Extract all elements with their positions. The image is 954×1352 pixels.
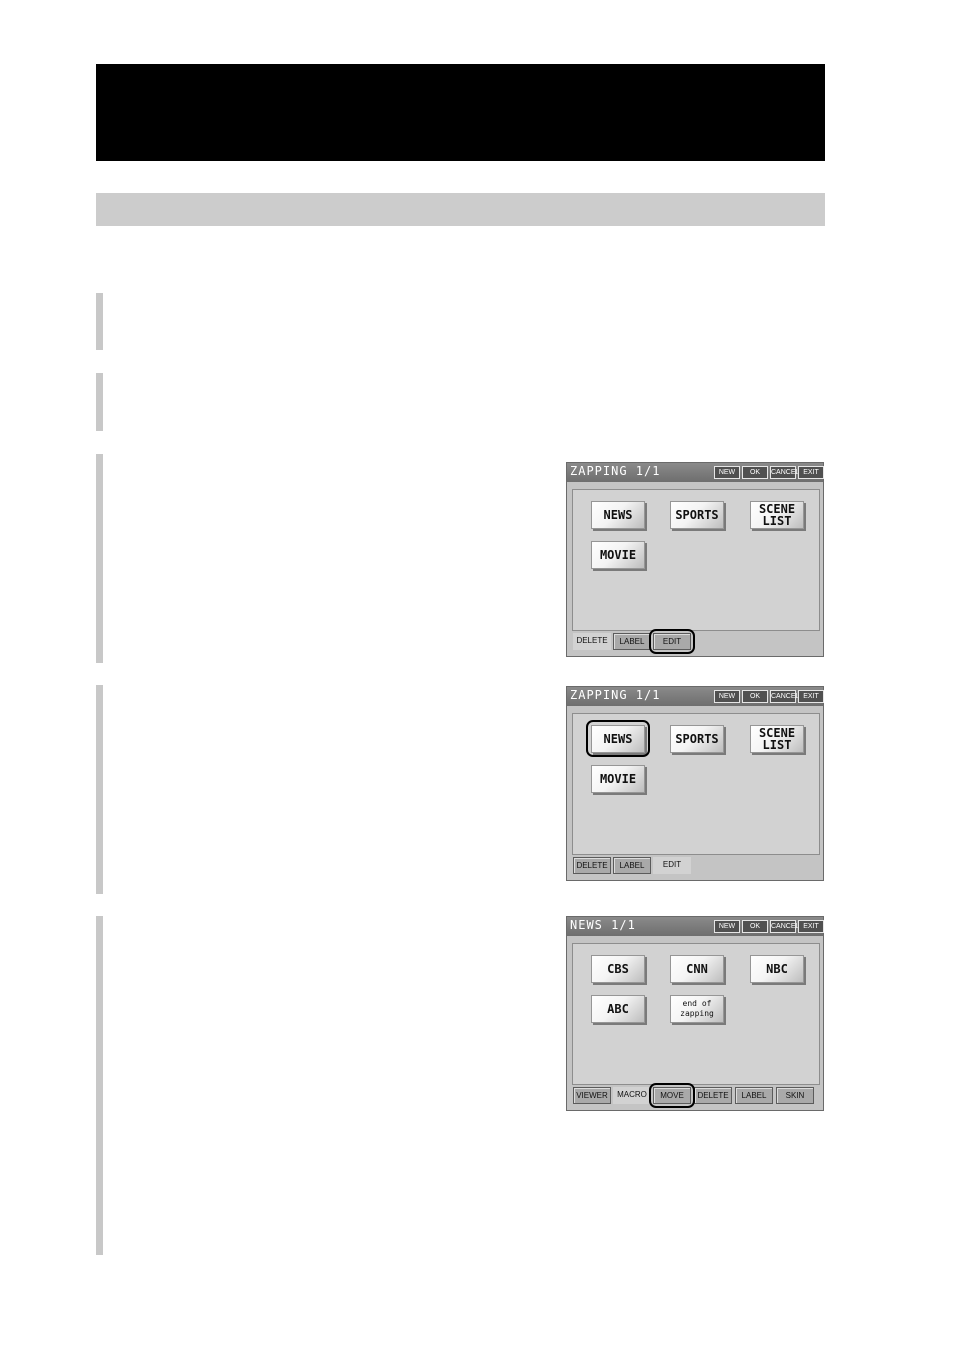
news-key[interactable]: NEWS: [591, 501, 645, 529]
exit-button[interactable]: EXIT: [798, 690, 824, 703]
screen-title: ZAPPING 1/1: [570, 464, 661, 478]
tab-delete[interactable]: DELETE: [573, 633, 611, 650]
news-key[interactable]: NEWS: [591, 725, 645, 753]
ok-button[interactable]: OK: [742, 920, 768, 933]
step-1-bar: [96, 293, 103, 350]
cancel-button[interactable]: CANCEL: [770, 690, 799, 703]
step-5-bar: [96, 916, 103, 1255]
new-button[interactable]: NEW: [714, 690, 740, 703]
cbs-key[interactable]: CBS: [591, 955, 645, 983]
tab-edit[interactable]: EDIT: [653, 857, 691, 874]
button-panel: NEWS SPORTS SCENE LIST MOVIE: [572, 713, 820, 855]
tab-skin[interactable]: SKIN: [776, 1087, 814, 1104]
button-panel: NEWS SPORTS SCENE LIST MOVIE: [572, 489, 820, 631]
tab-label[interactable]: LABEL: [735, 1087, 773, 1104]
button-panel: CBS CNN NBC ABC end of zapping: [572, 943, 820, 1085]
cancel-button[interactable]: CANCEL: [770, 920, 799, 933]
nbc-key[interactable]: NBC: [750, 955, 804, 983]
screen-title: NEWS 1/1: [570, 918, 636, 932]
abc-key[interactable]: ABC: [591, 995, 645, 1023]
scene-list-key[interactable]: SCENE LIST: [750, 725, 804, 753]
tab-macro[interactable]: MACRO: [613, 1087, 651, 1104]
ok-button[interactable]: OK: [742, 690, 768, 703]
screen-header: ZAPPING 1/1 NEW OK CANCEL EXIT: [567, 463, 824, 482]
tab-label[interactable]: LABEL: [613, 633, 651, 650]
step-2-bar: [96, 373, 103, 431]
movie-key[interactable]: MOVIE: [591, 765, 645, 793]
screen-header: NEWS 1/1 NEW OK CANCEL EXIT: [567, 917, 824, 936]
exit-button[interactable]: EXIT: [798, 466, 824, 479]
tab-edit[interactable]: EDIT: [653, 633, 691, 650]
tab-label[interactable]: LABEL: [613, 857, 651, 874]
cnn-key[interactable]: CNN: [670, 955, 724, 983]
screen-zapping-select: ZAPPING 1/1 NEW OK CANCEL EXIT NEWS SPOR…: [566, 686, 824, 881]
tab-viewer[interactable]: VIEWER: [573, 1087, 611, 1104]
movie-key[interactable]: MOVIE: [591, 541, 645, 569]
end-of-zapping-key[interactable]: end of zapping: [670, 995, 724, 1023]
cancel-button[interactable]: CANCEL: [770, 466, 799, 479]
tab-delete[interactable]: DELETE: [573, 857, 611, 874]
screen-news-move: NEWS 1/1 NEW OK CANCEL EXIT CBS CNN NBC …: [566, 916, 824, 1111]
screen-zapping-edit: ZAPPING 1/1 NEW OK CANCEL EXIT NEWS SPOR…: [566, 462, 824, 657]
new-button[interactable]: NEW: [714, 920, 740, 933]
scene-list-key[interactable]: SCENE LIST: [750, 501, 804, 529]
screen-title: ZAPPING 1/1: [570, 688, 661, 702]
sports-key[interactable]: SPORTS: [670, 501, 724, 529]
chapter-title-bar: [96, 64, 825, 161]
step-4-bar: [96, 685, 103, 894]
exit-button[interactable]: EXIT: [798, 920, 824, 933]
sports-key[interactable]: SPORTS: [670, 725, 724, 753]
tab-delete[interactable]: DELETE: [694, 1087, 732, 1104]
step-3-bar: [96, 454, 103, 663]
section-heading-bar: [96, 193, 825, 226]
new-button[interactable]: NEW: [714, 466, 740, 479]
ok-button[interactable]: OK: [742, 466, 768, 479]
tab-move[interactable]: MOVE: [653, 1087, 691, 1104]
screen-header: ZAPPING 1/1 NEW OK CANCEL EXIT: [567, 687, 824, 706]
